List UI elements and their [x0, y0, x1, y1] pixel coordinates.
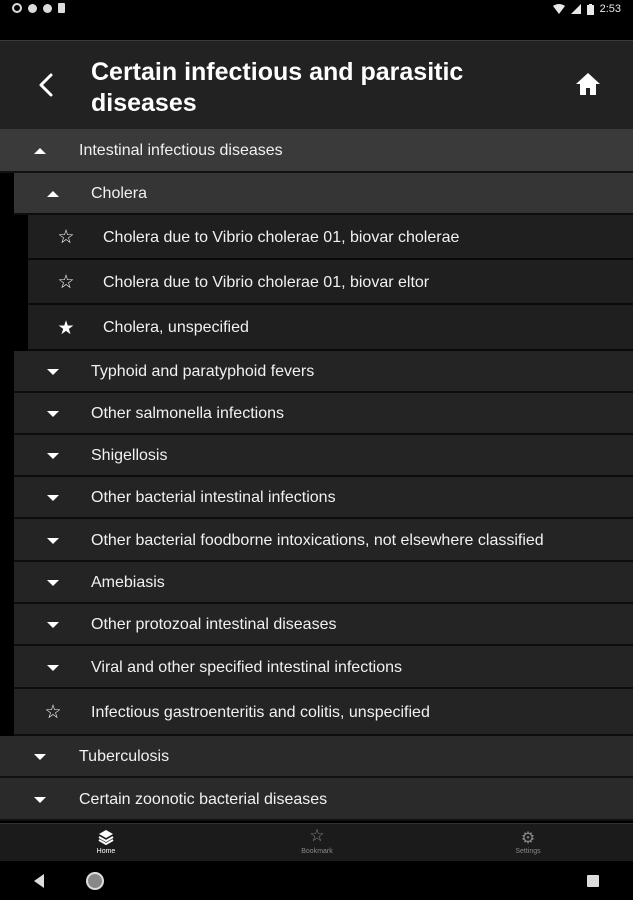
bottom-navigation: Home ☆ Bookmark ⚙ Settings: [0, 823, 633, 861]
home-button[interactable]: [573, 69, 603, 99]
expand-arrow-icon[interactable]: [43, 573, 63, 593]
nav-settings-label: Settings: [515, 848, 541, 855]
tree-item-level-1[interactable]: Tuberculosis: [0, 736, 633, 778]
nav-home[interactable]: Home: [66, 828, 146, 855]
collapse-arrow-icon[interactable]: [43, 184, 63, 204]
tree-item-level-2[interactable]: Cholera: [14, 173, 633, 215]
app-bar: Certain infectious and parasitic disease…: [0, 40, 633, 129]
tree-item-label: Viral and other specified intestinal inf…: [91, 658, 402, 676]
back-button[interactable]: [28, 65, 64, 105]
tree-item-level-2[interactable]: Amebiasis: [14, 562, 633, 604]
tree-item-label: Cholera due to Vibrio cholerae 01, biova…: [103, 228, 460, 246]
expand-arrow-icon[interactable]: [30, 790, 50, 810]
tree-item-label: Cholera, unspecified: [103, 319, 249, 336]
clock: 2:53: [599, 3, 621, 15]
expand-arrow-icon[interactable]: [43, 446, 63, 466]
star-filled-icon[interactable]: ★: [56, 318, 76, 338]
system-navigation-bar: [0, 861, 633, 900]
tree-item-label: Tuberculosis: [79, 748, 170, 765]
tree-item-level-2[interactable]: Other bacterial intestinal infections: [14, 477, 633, 519]
home-icon: [576, 73, 600, 95]
signal-icon: [570, 4, 581, 14]
tree-item-level-2[interactable]: ☆ Infectious gastroenteritis and colitis,…: [14, 689, 633, 736]
tree-item-label: Other bacterial foodborne intoxications,…: [91, 531, 544, 549]
notification-icons: [12, 3, 65, 13]
tree-item-level-3[interactable]: ☆ Cholera due to Vibrio cholerae 01, biov…: [28, 260, 633, 305]
tree-item-label: Certain zoonotic bacterial diseases: [79, 790, 328, 808]
tree-item-label: Other protozoal intestinal diseases: [91, 616, 337, 633]
tree-item-label: Shigellosis: [91, 447, 168, 464]
layers-icon: [98, 830, 114, 846]
tree-item-label: Cholera: [91, 185, 148, 202]
expand-arrow-icon[interactable]: [43, 658, 63, 678]
expand-arrow-icon[interactable]: [43, 531, 63, 551]
star-outline-icon[interactable]: ☆: [43, 703, 63, 723]
star-outline-icon: ☆: [309, 826, 325, 846]
tree-item-label: Other bacterial intestinal infections: [91, 489, 336, 506]
status-bar: 2:53: [0, 0, 633, 20]
tree-item-label: Infectious gastroenteritis and colitis, …: [91, 703, 430, 721]
tree-item-label: Other salmonella infections: [91, 405, 284, 422]
collapse-arrow-icon[interactable]: [30, 141, 50, 161]
tree-item-level-2[interactable]: Other salmonella infections: [14, 393, 633, 435]
star-outline-icon[interactable]: ☆: [56, 228, 76, 248]
tree-item-level-1[interactable]: Certain zoonotic bacterial diseases: [0, 778, 633, 821]
gear-icon: ⚙: [520, 830, 536, 847]
expand-arrow-icon[interactable]: [30, 747, 50, 767]
system-recents-icon[interactable]: [586, 874, 600, 888]
tree-item-level-3[interactable]: ☆ Cholera due to Vibrio cholerae 01, biov…: [28, 215, 633, 260]
tree-item-label: Intestinal infectious diseases: [79, 142, 283, 159]
sync-notification-icon: [43, 3, 52, 13]
expand-arrow-icon[interactable]: [43, 404, 63, 424]
tree-item-level-2[interactable]: Shigellosis: [14, 435, 633, 477]
tree-item-level-2[interactable]: Viral and other specified intestinal inf…: [14, 646, 633, 689]
page-title: Certain infectious and parasitic disease…: [91, 58, 464, 117]
sd-card-icon: [58, 3, 65, 13]
nav-settings[interactable]: ⚙ Settings: [488, 828, 568, 855]
nav-home-label: Home: [96, 848, 116, 855]
system-back-icon[interactable]: [32, 873, 46, 889]
tree-item-label: Amebiasis: [91, 574, 165, 591]
tree-item-level-2[interactable]: Other bacterial foodborne intoxications,…: [14, 519, 633, 562]
expand-arrow-icon[interactable]: [43, 615, 63, 635]
system-home-icon[interactable]: [85, 871, 105, 891]
app-notification-icon: [28, 3, 37, 13]
category-tree: Intestinal infectious diseases Cholera ☆ Ch…: [0, 129, 633, 823]
star-outline-icon[interactable]: ☆: [56, 273, 76, 293]
battery-icon: [586, 3, 594, 15]
nav-bookmark-label: Bookmark: [301, 848, 333, 855]
tree-item-level-1[interactable]: Intestinal infectious diseases: [0, 129, 633, 173]
back-arrow-icon: [39, 73, 53, 97]
settings-notification-icon: [12, 3, 22, 13]
system-indicators: 2:53: [552, 3, 621, 15]
nav-bookmark[interactable]: ☆ Bookmark: [277, 826, 357, 856]
tree-item-level-2[interactable]: Typhoid and paratyphoid fevers: [14, 351, 633, 393]
tree-item-level-3[interactable]: ★ Cholera, unspecified: [28, 305, 633, 351]
expand-arrow-icon[interactable]: [43, 488, 63, 508]
wifi-icon: [552, 4, 565, 14]
tree-item-label: Typhoid and paratyphoid fevers: [91, 363, 315, 380]
tree-item-level-2[interactable]: Other protozoal intestinal diseases: [14, 604, 633, 646]
tree-item-label: Cholera due to Vibrio cholerae 01, biova…: [103, 273, 430, 291]
expand-arrow-icon[interactable]: [43, 362, 63, 382]
